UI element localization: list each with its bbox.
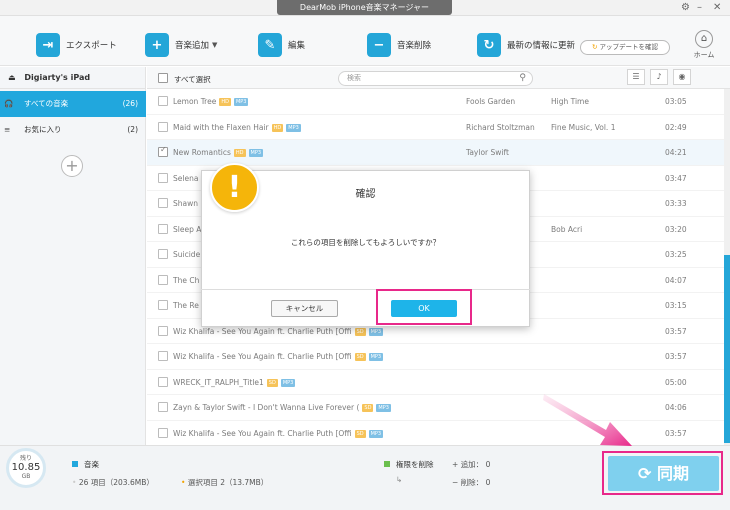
eject-icon[interactable]: ⏏ bbox=[8, 73, 16, 82]
refresh-icon: ↻ bbox=[477, 33, 501, 57]
dialog-divider bbox=[201, 289, 530, 290]
chevron-down-icon: ▼ bbox=[212, 41, 218, 49]
sidebar-item-favorites[interactable]: ≡ お気に入り (2) bbox=[0, 117, 146, 143]
home-icon: ⌂ bbox=[695, 30, 713, 48]
home-button[interactable]: ⌂ ホーム bbox=[688, 30, 720, 60]
delete-music-button[interactable]: − 音楽削除 bbox=[367, 32, 431, 58]
dot-icon: • bbox=[181, 478, 186, 487]
branch-arrow-icon: ↳ bbox=[396, 475, 403, 484]
pointer-arrow-icon bbox=[543, 394, 632, 446]
dot-icon: • bbox=[72, 478, 77, 487]
export-button[interactable]: ⇥ エクスポート bbox=[36, 32, 117, 58]
settings-icon[interactable]: ⚙ bbox=[681, 2, 690, 13]
album-view-icon[interactable]: ◉ bbox=[673, 69, 691, 85]
edit-button[interactable]: ✎ 編集 bbox=[258, 32, 305, 58]
minimize-icon[interactable]: – bbox=[697, 2, 702, 13]
minus-icon: − bbox=[452, 478, 459, 487]
dialog-message: これらの項目を削除してもよろしいですか？ bbox=[290, 238, 441, 247]
selected-items: • 選択項目 2（13.7MB） bbox=[181, 478, 269, 487]
add-playlist-button[interactable]: + bbox=[61, 155, 83, 177]
headphones-delete-icon: − bbox=[367, 33, 391, 57]
delete-color-swatch bbox=[384, 461, 390, 467]
music-color-swatch bbox=[72, 461, 78, 467]
select-all-checkbox[interactable] bbox=[158, 73, 168, 85]
category-label: 音楽 bbox=[72, 459, 99, 470]
add-music-button[interactable]: + 音楽追加 ▼ bbox=[145, 32, 217, 58]
plus-icon: + bbox=[452, 460, 459, 469]
select-all-label: すべて選択 bbox=[174, 75, 211, 84]
update-check-button[interactable]: ↻ アップデートを確認 bbox=[580, 40, 670, 55]
refresh-button[interactable]: ↻ 最新の情報に更新 bbox=[477, 32, 575, 58]
list-view-icon[interactable]: ☰ bbox=[627, 69, 645, 85]
headphones-icon: 🎧 bbox=[4, 99, 14, 108]
ok-highlight-box bbox=[376, 289, 472, 325]
delete-pending: 権限を削除 bbox=[384, 459, 434, 470]
total-items: • 26 項目（203.6MB） bbox=[72, 478, 154, 487]
storage-gauge: 残り 10.85 GB bbox=[6, 448, 46, 488]
dialog-title: 確認 bbox=[355, 189, 376, 200]
headphones-add-icon: + bbox=[145, 33, 169, 57]
close-icon[interactable]: ✕ bbox=[713, 2, 721, 13]
search-icon[interactable]: ⚲ bbox=[519, 72, 526, 85]
cancel-button[interactable]: キャンセル bbox=[271, 300, 338, 317]
device-header[interactable]: ⏏ Digiarty's iPad bbox=[0, 67, 146, 89]
sync-highlight-box bbox=[602, 451, 723, 495]
scrollbar-thumb[interactable] bbox=[724, 255, 730, 443]
artist-view-icon[interactable]: ♪ bbox=[650, 69, 668, 85]
added-count: + 追加： 0 bbox=[452, 460, 491, 469]
update-icon: ↻ bbox=[591, 43, 598, 51]
edit-icon: ✎ bbox=[258, 33, 282, 57]
playlist-icon: ≡ bbox=[4, 125, 11, 134]
export-icon: ⇥ bbox=[36, 33, 60, 57]
sidebar-item-all-music[interactable]: 🎧 すべての音楽 (26) bbox=[0, 91, 146, 117]
removed-count: − 削除： 0 bbox=[452, 478, 491, 487]
search-input[interactable]: 検索 ⚲ bbox=[338, 71, 533, 86]
app-title: DearMob iPhone音楽マネージャー bbox=[277, 0, 452, 15]
